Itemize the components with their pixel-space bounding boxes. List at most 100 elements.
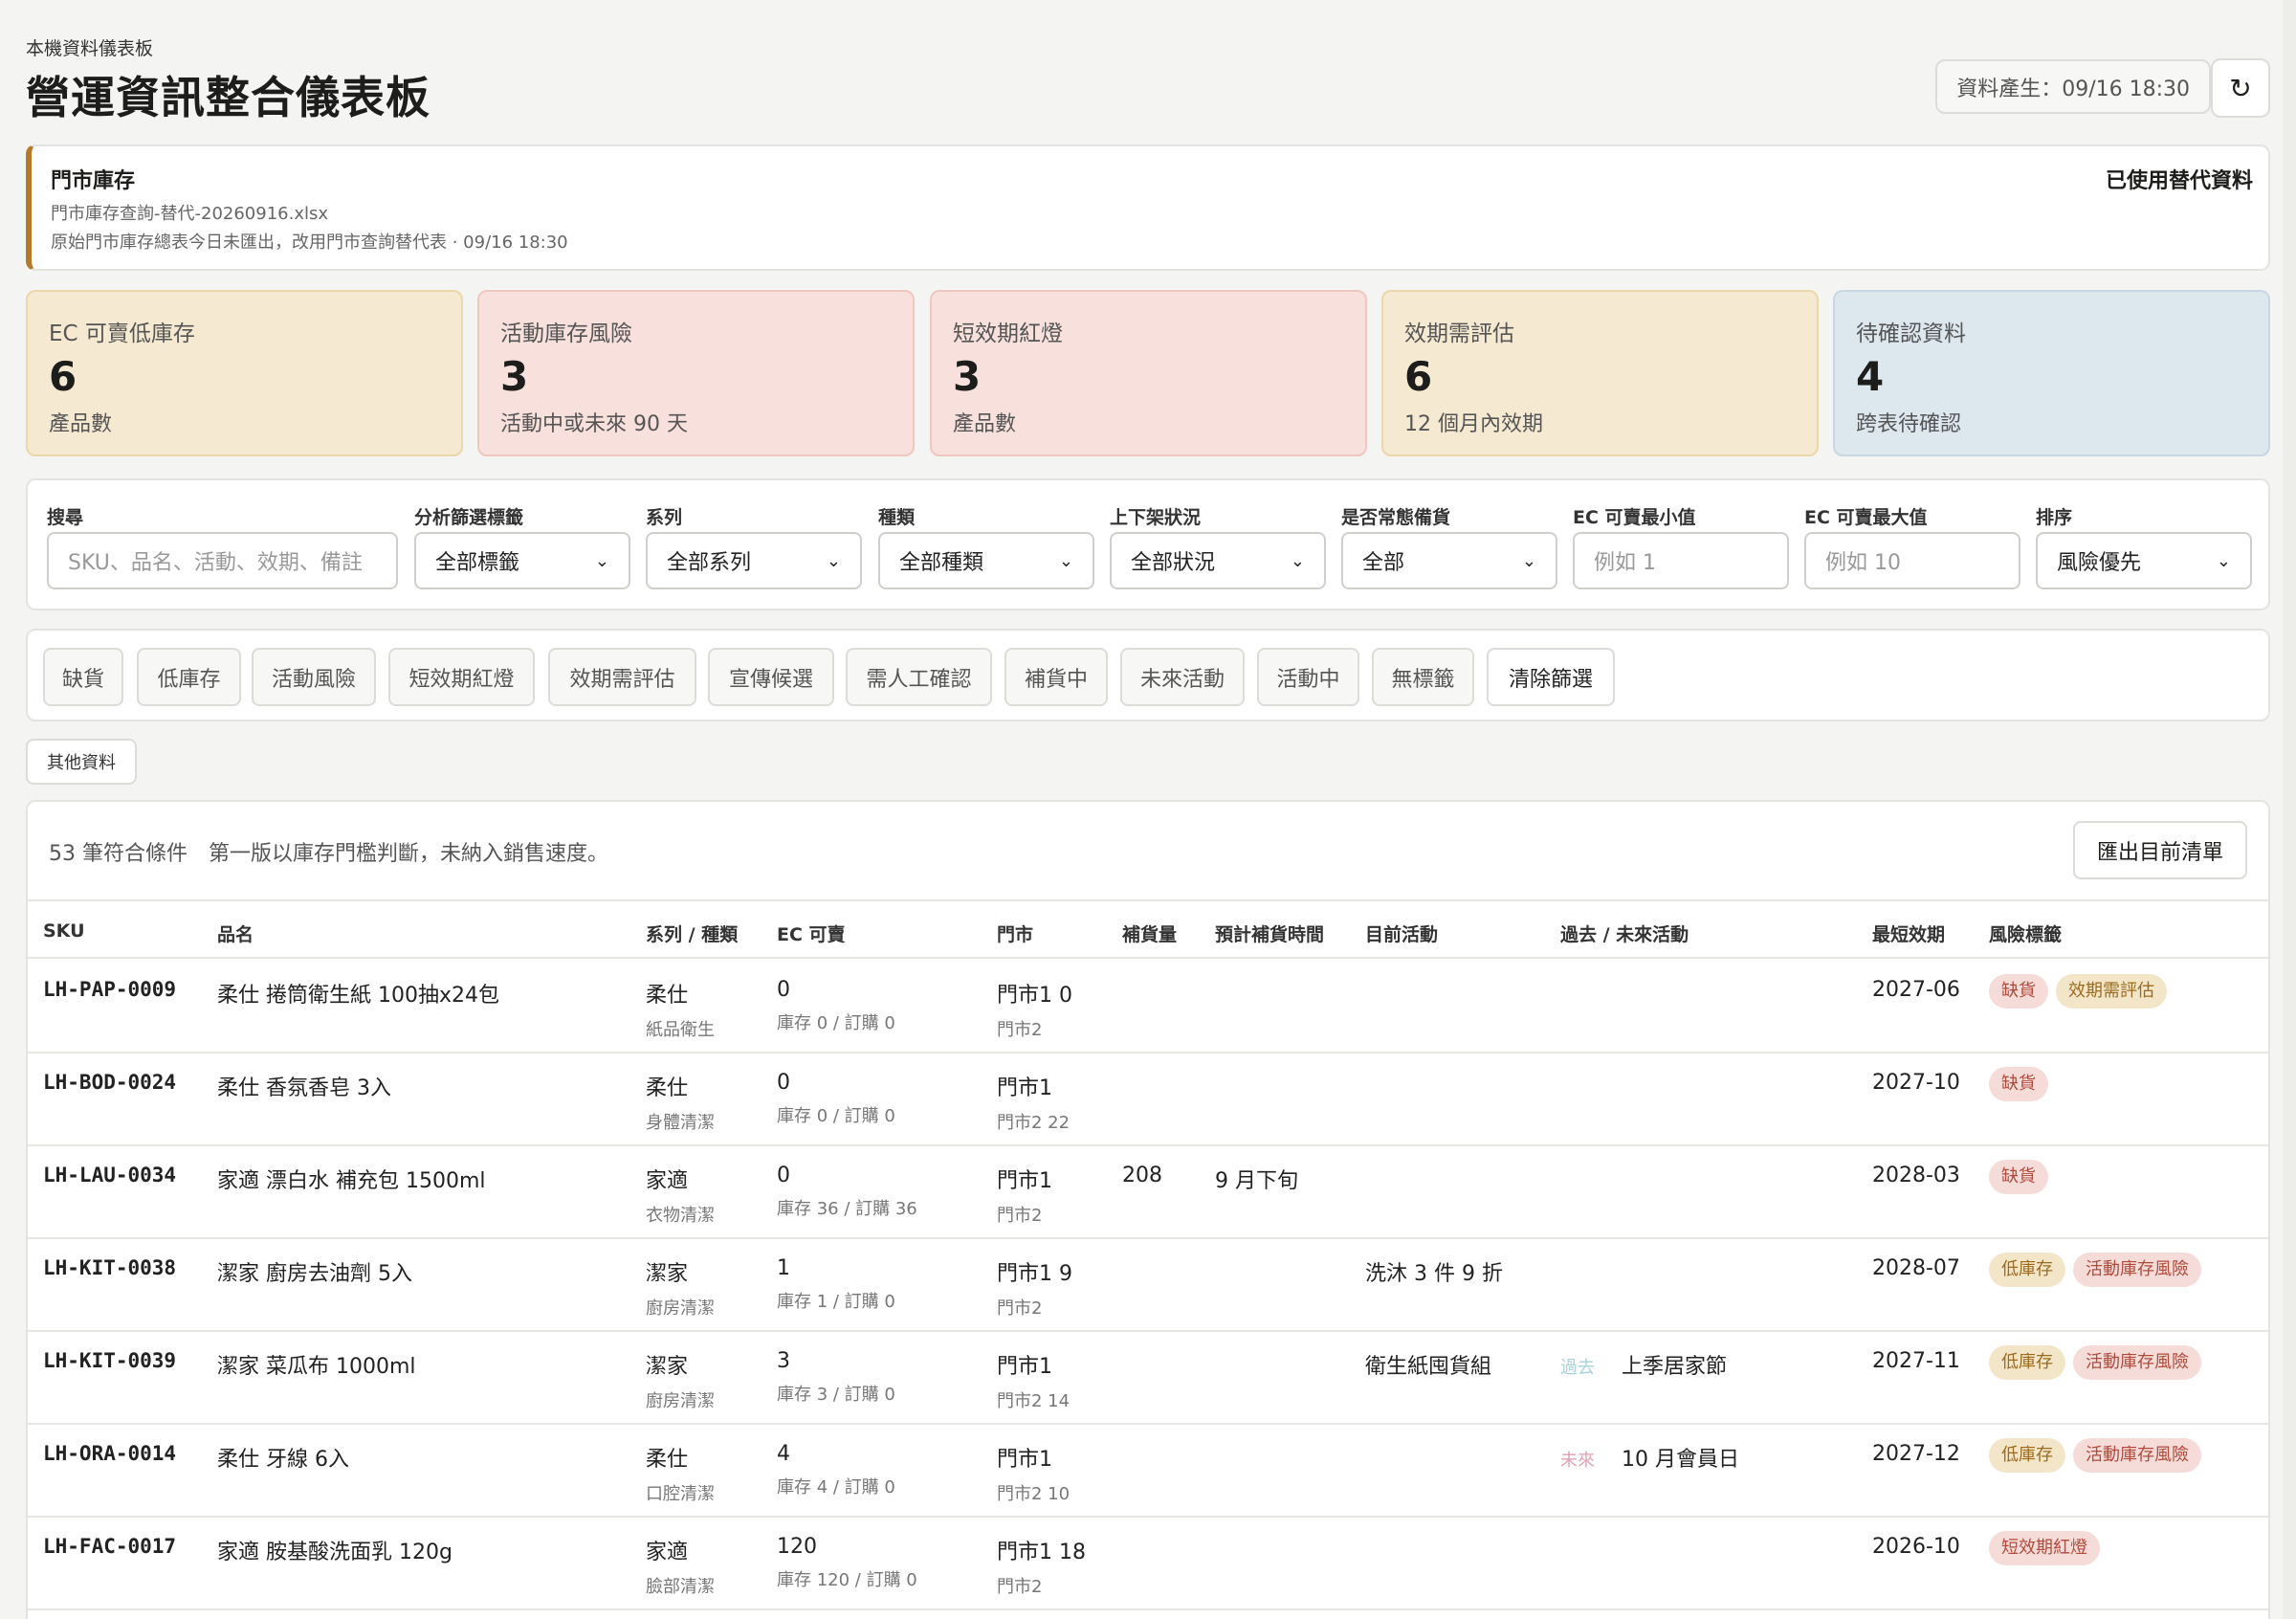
risk-tags-cell: 缺貨 bbox=[1989, 1067, 2056, 1101]
chevron-down-icon: ⌄ bbox=[1058, 550, 1073, 571]
store-cell: 門市1 9 門市2 bbox=[997, 1256, 1072, 1320]
category-text: 身體清潔 bbox=[646, 1113, 715, 1133]
table-row[interactable]: LH-KIT-0038 潔家 廚房去油劑 5入 潔家 廚房清潔 1 庫存 1 / 訂購 0… bbox=[28, 1239, 2268, 1332]
chip-no-tag[interactable]: 無標籤 bbox=[1372, 648, 1474, 706]
ec-value: 0 bbox=[777, 978, 790, 1002]
column-header[interactable]: 最短效期 bbox=[1872, 920, 1945, 946]
product-name-cell: 潔家 廚房去油劑 5入 bbox=[217, 1262, 412, 1286]
category-filter-select[interactable]: 全部種類 ⌄ bbox=[878, 532, 1094, 589]
store-cell: 門市1 18 門市2 bbox=[997, 1535, 1086, 1598]
chip-out-of-stock[interactable]: 缺貨 bbox=[43, 648, 123, 706]
ec-available-cell: 3 庫存 3 / 訂購 0 bbox=[777, 1349, 895, 1406]
series-filter-label: 系列 bbox=[646, 507, 683, 528]
chip-manual-confirm[interactable]: 需人工確認 bbox=[846, 648, 992, 706]
column-header[interactable]: SKU bbox=[43, 920, 85, 942]
kpi-pending-confirm[interactable]: 待確認資料 4 跨表待確認 bbox=[1833, 290, 2270, 456]
kpi-label: 待確認資料 bbox=[1856, 322, 1966, 346]
product-name-cell: 家適 胺基酸洗面乳 120g bbox=[217, 1541, 453, 1564]
ec-max-input[interactable]: 例如 10 bbox=[1804, 532, 2020, 589]
ec-available-cell: 1 庫存 1 / 訂購 0 bbox=[777, 1256, 895, 1313]
kpi-value: 4 bbox=[1856, 353, 1885, 400]
chip-upcoming-event[interactable]: 未來活動 bbox=[1120, 648, 1245, 706]
chevron-down-icon: ⌄ bbox=[2216, 550, 2231, 571]
risk-tag: 低庫存 bbox=[1989, 1438, 2065, 1473]
store2-text: 門市2 22 bbox=[997, 1113, 1071, 1133]
sku-cell: LH-ORA-0014 bbox=[43, 1442, 177, 1465]
column-header[interactable]: 過去 / 未來活動 bbox=[1560, 920, 1689, 946]
page-scrollbar[interactable] bbox=[2283, 0, 2296, 1619]
table-row[interactable]: LH-PAP-0009 柔仕 捲筒衛生紙 100抽x24包 柔仕 紙品衛生 0 庫存 0 … bbox=[28, 961, 2268, 1053]
table-row[interactable]: LH-KIT-0039 潔家 菜瓜布 1000ml 潔家 廚房清潔 3 庫存 3 / 訂購… bbox=[28, 1332, 2268, 1425]
product-name-cell: 柔仕 捲筒衛生紙 100抽x24包 bbox=[217, 984, 499, 1008]
tag-filter-group: 分析篩選標籤 全部標籤 ⌄ bbox=[414, 503, 630, 589]
category-text: 臉部清潔 bbox=[646, 1577, 715, 1597]
kpi-short-expiry[interactable]: 短效期紅燈 3 產品數 bbox=[930, 290, 1367, 456]
dashboard: 本機資料儀表板 營運資訊整合儀表板 資料產生：09/16 18:30 ↻ 門市庫… bbox=[26, 0, 2270, 1619]
kpi-subtext: 產品數 bbox=[49, 412, 113, 436]
series-filter-group: 系列 全部系列 ⌄ bbox=[646, 503, 862, 589]
restock-qty-cell: 208 bbox=[1122, 1164, 1162, 1187]
chip-event-risk[interactable]: 活動風險 bbox=[252, 648, 376, 706]
kpi-label: EC 可賣低庫存 bbox=[49, 322, 195, 346]
column-header[interactable]: 風險標籤 bbox=[1989, 920, 2062, 946]
column-header[interactable]: 門市 bbox=[997, 920, 1033, 946]
event-kind-label: 未來 bbox=[1560, 1451, 1595, 1471]
ec-max-group: EC 可賣最大值 例如 10 bbox=[1804, 503, 2020, 589]
export-list-button[interactable]: 匯出目前清單 bbox=[2073, 821, 2247, 879]
stock-detail: 庫存 120 / 訂購 0 bbox=[777, 1570, 917, 1590]
quick-filter-chips: 缺貨 低庫存 活動風險 短效期紅燈 效期需評估 宣傳候選 需人工確認 補貨中 未… bbox=[26, 629, 2270, 721]
event-kind-label: 過去 bbox=[1560, 1358, 1595, 1378]
series-text: 柔仕 bbox=[646, 1076, 689, 1100]
series-filter-select[interactable]: 全部系列 ⌄ bbox=[646, 532, 862, 589]
column-header[interactable]: 預計補貨時間 bbox=[1215, 920, 1324, 946]
series-category-cell: 潔家 廚房清潔 bbox=[646, 1256, 715, 1320]
kpi-event-stock-risk[interactable]: 活動庫存風險 3 活動中或未來 90 天 bbox=[477, 290, 915, 456]
chip-promo-candidate[interactable]: 宣傳候選 bbox=[708, 648, 834, 706]
store1-text: 門市1 bbox=[997, 1169, 1052, 1193]
store2-text: 門市2 bbox=[997, 1206, 1043, 1226]
expiry-cell: 2026-10 bbox=[1872, 1535, 1960, 1559]
series-text: 潔家 bbox=[646, 1355, 689, 1379]
table-row[interactable]: LH-LAU-0034 家適 漂白水 補充包 1500ml 家適 衣物清潔 0 庫存 36… bbox=[28, 1146, 2268, 1239]
regular-filter-select[interactable]: 全部 ⌄ bbox=[1341, 532, 1557, 589]
chip-active-event[interactable]: 活動中 bbox=[1257, 648, 1359, 706]
column-header[interactable]: 補貨量 bbox=[1122, 920, 1177, 946]
kpi-expiry-review[interactable]: 效期需評估 6 12 個月內效期 bbox=[1381, 290, 1819, 456]
column-header[interactable]: 目前活動 bbox=[1365, 920, 1438, 946]
store2-text: 門市2 bbox=[997, 1020, 1043, 1040]
results-panel: 53 筆符合條件 第一版以庫存門檻判斷，未納入銷售速度。 匯出目前清單 SKU … bbox=[26, 800, 2270, 1619]
chip-expiry-review[interactable]: 效期需評估 bbox=[548, 648, 696, 706]
category-text: 廚房清潔 bbox=[646, 1298, 715, 1319]
risk-tags-cell: 低庫存 活動庫存風險 bbox=[1989, 1345, 2209, 1380]
risk-tags-cell: 低庫存 活動庫存風險 bbox=[1989, 1253, 2209, 1287]
ec-min-placeholder: 例如 1 bbox=[1594, 551, 1656, 575]
chip-low-stock[interactable]: 低庫存 bbox=[137, 648, 241, 706]
search-input[interactable]: SKU、品名、活動、效期、備註 bbox=[47, 532, 398, 589]
refresh-button[interactable]: ↻ bbox=[2211, 58, 2270, 118]
sort-select[interactable]: 風險優先 ⌄ bbox=[2036, 532, 2252, 589]
table-row[interactable]: LH-ORA-0014 柔仕 牙線 6入 柔仕 口腔清潔 4 庫存 4 / 訂購 0 門市1… bbox=[28, 1425, 2268, 1518]
chip-restocking[interactable]: 補貨中 bbox=[1004, 648, 1108, 706]
ec-value: 1 bbox=[777, 1256, 790, 1280]
chip-short-expiry[interactable]: 短效期紅燈 bbox=[388, 648, 535, 706]
stock-detail: 庫存 1 / 訂購 0 bbox=[777, 1292, 895, 1312]
tag-filter-select[interactable]: 全部標籤 ⌄ bbox=[414, 532, 630, 589]
ec-min-input[interactable]: 例如 1 bbox=[1573, 532, 1789, 589]
listing-filter-label: 上下架狀況 bbox=[1110, 507, 1202, 528]
column-header[interactable]: 品名 bbox=[217, 920, 254, 946]
table-row[interactable]: LH-BOD-0024 柔仕 香氛香皂 3入 柔仕 身體清潔 0 庫存 0 / 訂購 0 門… bbox=[28, 1053, 2268, 1146]
stock-detail: 庫存 3 / 訂購 0 bbox=[777, 1385, 895, 1405]
table-row[interactable]: LH-FAC-0017 家適 胺基酸洗面乳 120g 家適 臉部清潔 120 庫存 120… bbox=[28, 1518, 2268, 1610]
kpi-ec-low-stock[interactable]: EC 可賣低庫存 6 產品數 bbox=[26, 290, 463, 456]
clear-filters-button[interactable]: 清除篩選 bbox=[1487, 648, 1615, 706]
current-event-cell: 衛生紙囤貨組 bbox=[1365, 1355, 1492, 1379]
other-data-button[interactable]: 其他資料 bbox=[26, 739, 137, 785]
listing-filter-select[interactable]: 全部狀況 ⌄ bbox=[1110, 532, 1326, 589]
ec-min-label: EC 可賣最小值 bbox=[1573, 507, 1696, 528]
column-header[interactable]: 系列 / 種類 bbox=[646, 920, 738, 946]
column-header[interactable]: EC 可賣 bbox=[777, 920, 846, 946]
search-placeholder: SKU、品名、活動、效期、備註 bbox=[68, 551, 363, 575]
page-header: 本機資料儀表板 營運資訊整合儀表板 資料產生：09/16 18:30 ↻ bbox=[26, 0, 2270, 134]
data-source-notice: 門市庫存 門市庫存查詢-替代-20260916.xlsx 原始門市庫存總表今日未… bbox=[26, 144, 2270, 271]
risk-tag: 活動庫存風險 bbox=[2073, 1438, 2201, 1473]
